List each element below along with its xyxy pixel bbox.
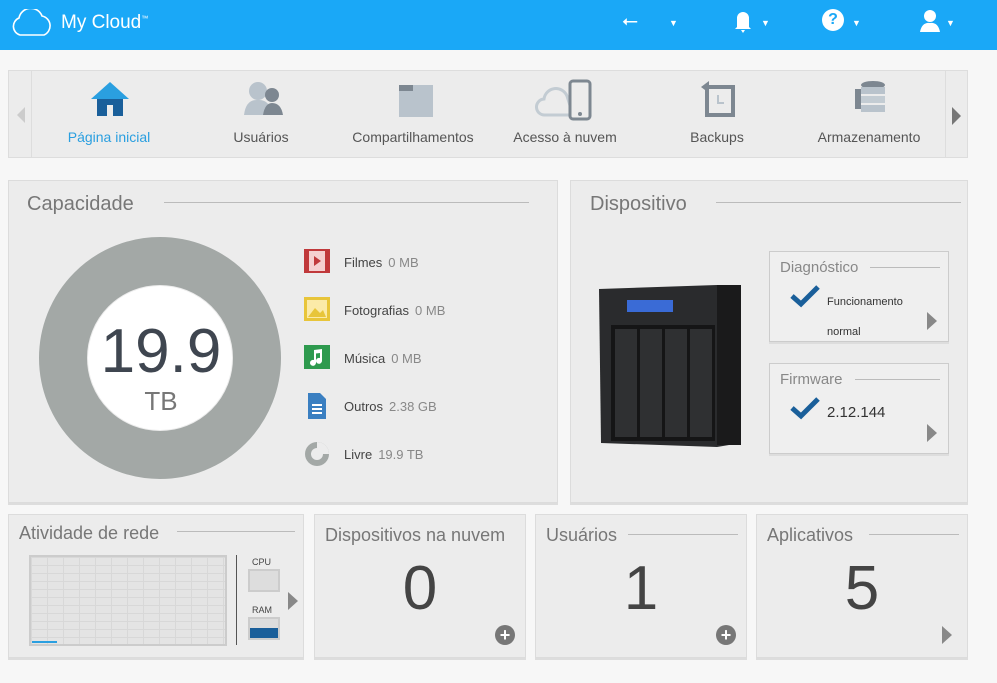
users-count: 1 <box>623 554 659 623</box>
nav-item-storage[interactable]: Armazenamento <box>794 71 944 157</box>
capacity-panel: Capacidade 19.9 TB Filmes 0 MB Fotografia… <box>8 180 558 503</box>
cloud-logo-icon <box>12 9 51 36</box>
network-arrow-icon[interactable] <box>288 592 298 610</box>
top-header: My Cloud™ ⭠ ▼ ▼ ? ▼ ▼ <box>0 0 997 50</box>
storage-icon <box>855 81 885 112</box>
nav-prev-arrow-icon[interactable] <box>17 107 25 123</box>
music-icon <box>304 345 330 369</box>
capacity-total: 19.9 <box>100 317 222 386</box>
ram-meter <box>248 617 280 640</box>
diagnostics-status-2: normal <box>827 326 861 338</box>
device-panel: Dispositivo Diagnóstico Funcionamento no… <box>570 180 968 503</box>
ram-label: RAM <box>252 605 272 615</box>
users-icon <box>244 82 283 115</box>
nav-label: Backups <box>690 129 744 145</box>
panel-title: Capacidade <box>27 193 134 215</box>
home-icon <box>91 82 129 116</box>
document-icon <box>308 393 326 419</box>
cloud-phone-icon <box>535 79 592 121</box>
network-graph <box>29 555 227 646</box>
main-nav: Página inicial Usuários Compartilhamento… <box>8 70 968 158</box>
bell-icon[interactable] <box>733 9 753 33</box>
user-caret-icon[interactable]: ▼ <box>946 18 955 28</box>
check-icon <box>790 397 820 420</box>
panel-title: Usuários <box>546 525 618 545</box>
card-title: Firmware <box>780 371 843 388</box>
cpu-label: CPU <box>252 557 272 567</box>
nas-device-image <box>599 285 741 447</box>
network-activity-panel: Atividade de rede CPU RAM <box>8 514 304 658</box>
usb-caret-icon[interactable]: ▼ <box>669 18 678 28</box>
nav-label: Página inicial <box>67 129 151 145</box>
bell-caret-icon[interactable]: ▼ <box>761 18 770 28</box>
nav-item-home[interactable]: Página inicial <box>34 71 184 157</box>
nav-next-arrow-icon[interactable] <box>952 107 961 125</box>
users-panel: Usuários 1 + <box>535 514 747 658</box>
app-title: My Cloud™ <box>61 12 149 33</box>
capacity-unit: TB <box>144 386 178 416</box>
panel-title: Dispositivo <box>590 193 687 215</box>
user-icon[interactable] <box>918 8 942 34</box>
card-title: Diagnóstico <box>780 259 859 276</box>
add-user-icon[interactable]: + <box>716 625 736 645</box>
backup-icon <box>701 81 735 117</box>
diagnostics-arrow-icon[interactable] <box>927 312 937 330</box>
apps-count: 5 <box>844 554 880 623</box>
nav-item-backups[interactable]: Backups <box>642 71 792 157</box>
firmware-arrow-icon[interactable] <box>927 424 937 442</box>
nav-item-shares[interactable]: Compartilhamentos <box>338 71 488 157</box>
nav-item-users[interactable]: Usuários <box>186 71 336 157</box>
help-icon[interactable]: ? <box>822 9 844 31</box>
usb-icon[interactable]: ⭠ <box>622 10 638 33</box>
nav-label: Compartilhamentos <box>352 129 474 145</box>
panel-title: Atividade de rede <box>19 523 160 543</box>
nav-label: Armazenamento <box>817 129 921 145</box>
panel-title: Dispositivos na nuvem <box>325 525 506 545</box>
add-cloud-device-icon[interactable]: + <box>495 625 515 645</box>
check-icon <box>790 285 820 308</box>
firmware-card[interactable]: Firmware 2.12.144 <box>769 363 949 454</box>
nav-label: Acesso à nuvem <box>513 129 617 145</box>
pie-icon <box>305 442 329 466</box>
firmware-version: 2.12.144 <box>827 404 886 421</box>
cloud-devices-count: 0 <box>402 554 438 623</box>
cloud-devices-panel: Dispositivos na nuvem 0 + <box>314 514 526 658</box>
photo-icon <box>304 297 330 321</box>
network-graph-line <box>32 641 57 643</box>
apps-panel: Aplicativos 5 <box>756 514 968 658</box>
apps-arrow-icon[interactable] <box>942 626 952 644</box>
diagnostics-status: Funcionamento <box>827 296 903 308</box>
folder-icon <box>399 85 433 117</box>
nav-item-cloud-access[interactable]: Acesso à nuvem <box>490 71 640 157</box>
cpu-meter <box>248 569 280 592</box>
diagnostics-card[interactable]: Diagnóstico Funcionamento normal <box>769 251 949 342</box>
help-caret-icon[interactable]: ▼ <box>852 18 861 28</box>
nav-label: Usuários <box>233 129 289 145</box>
film-icon <box>304 249 330 273</box>
panel-title: Aplicativos <box>767 525 854 545</box>
